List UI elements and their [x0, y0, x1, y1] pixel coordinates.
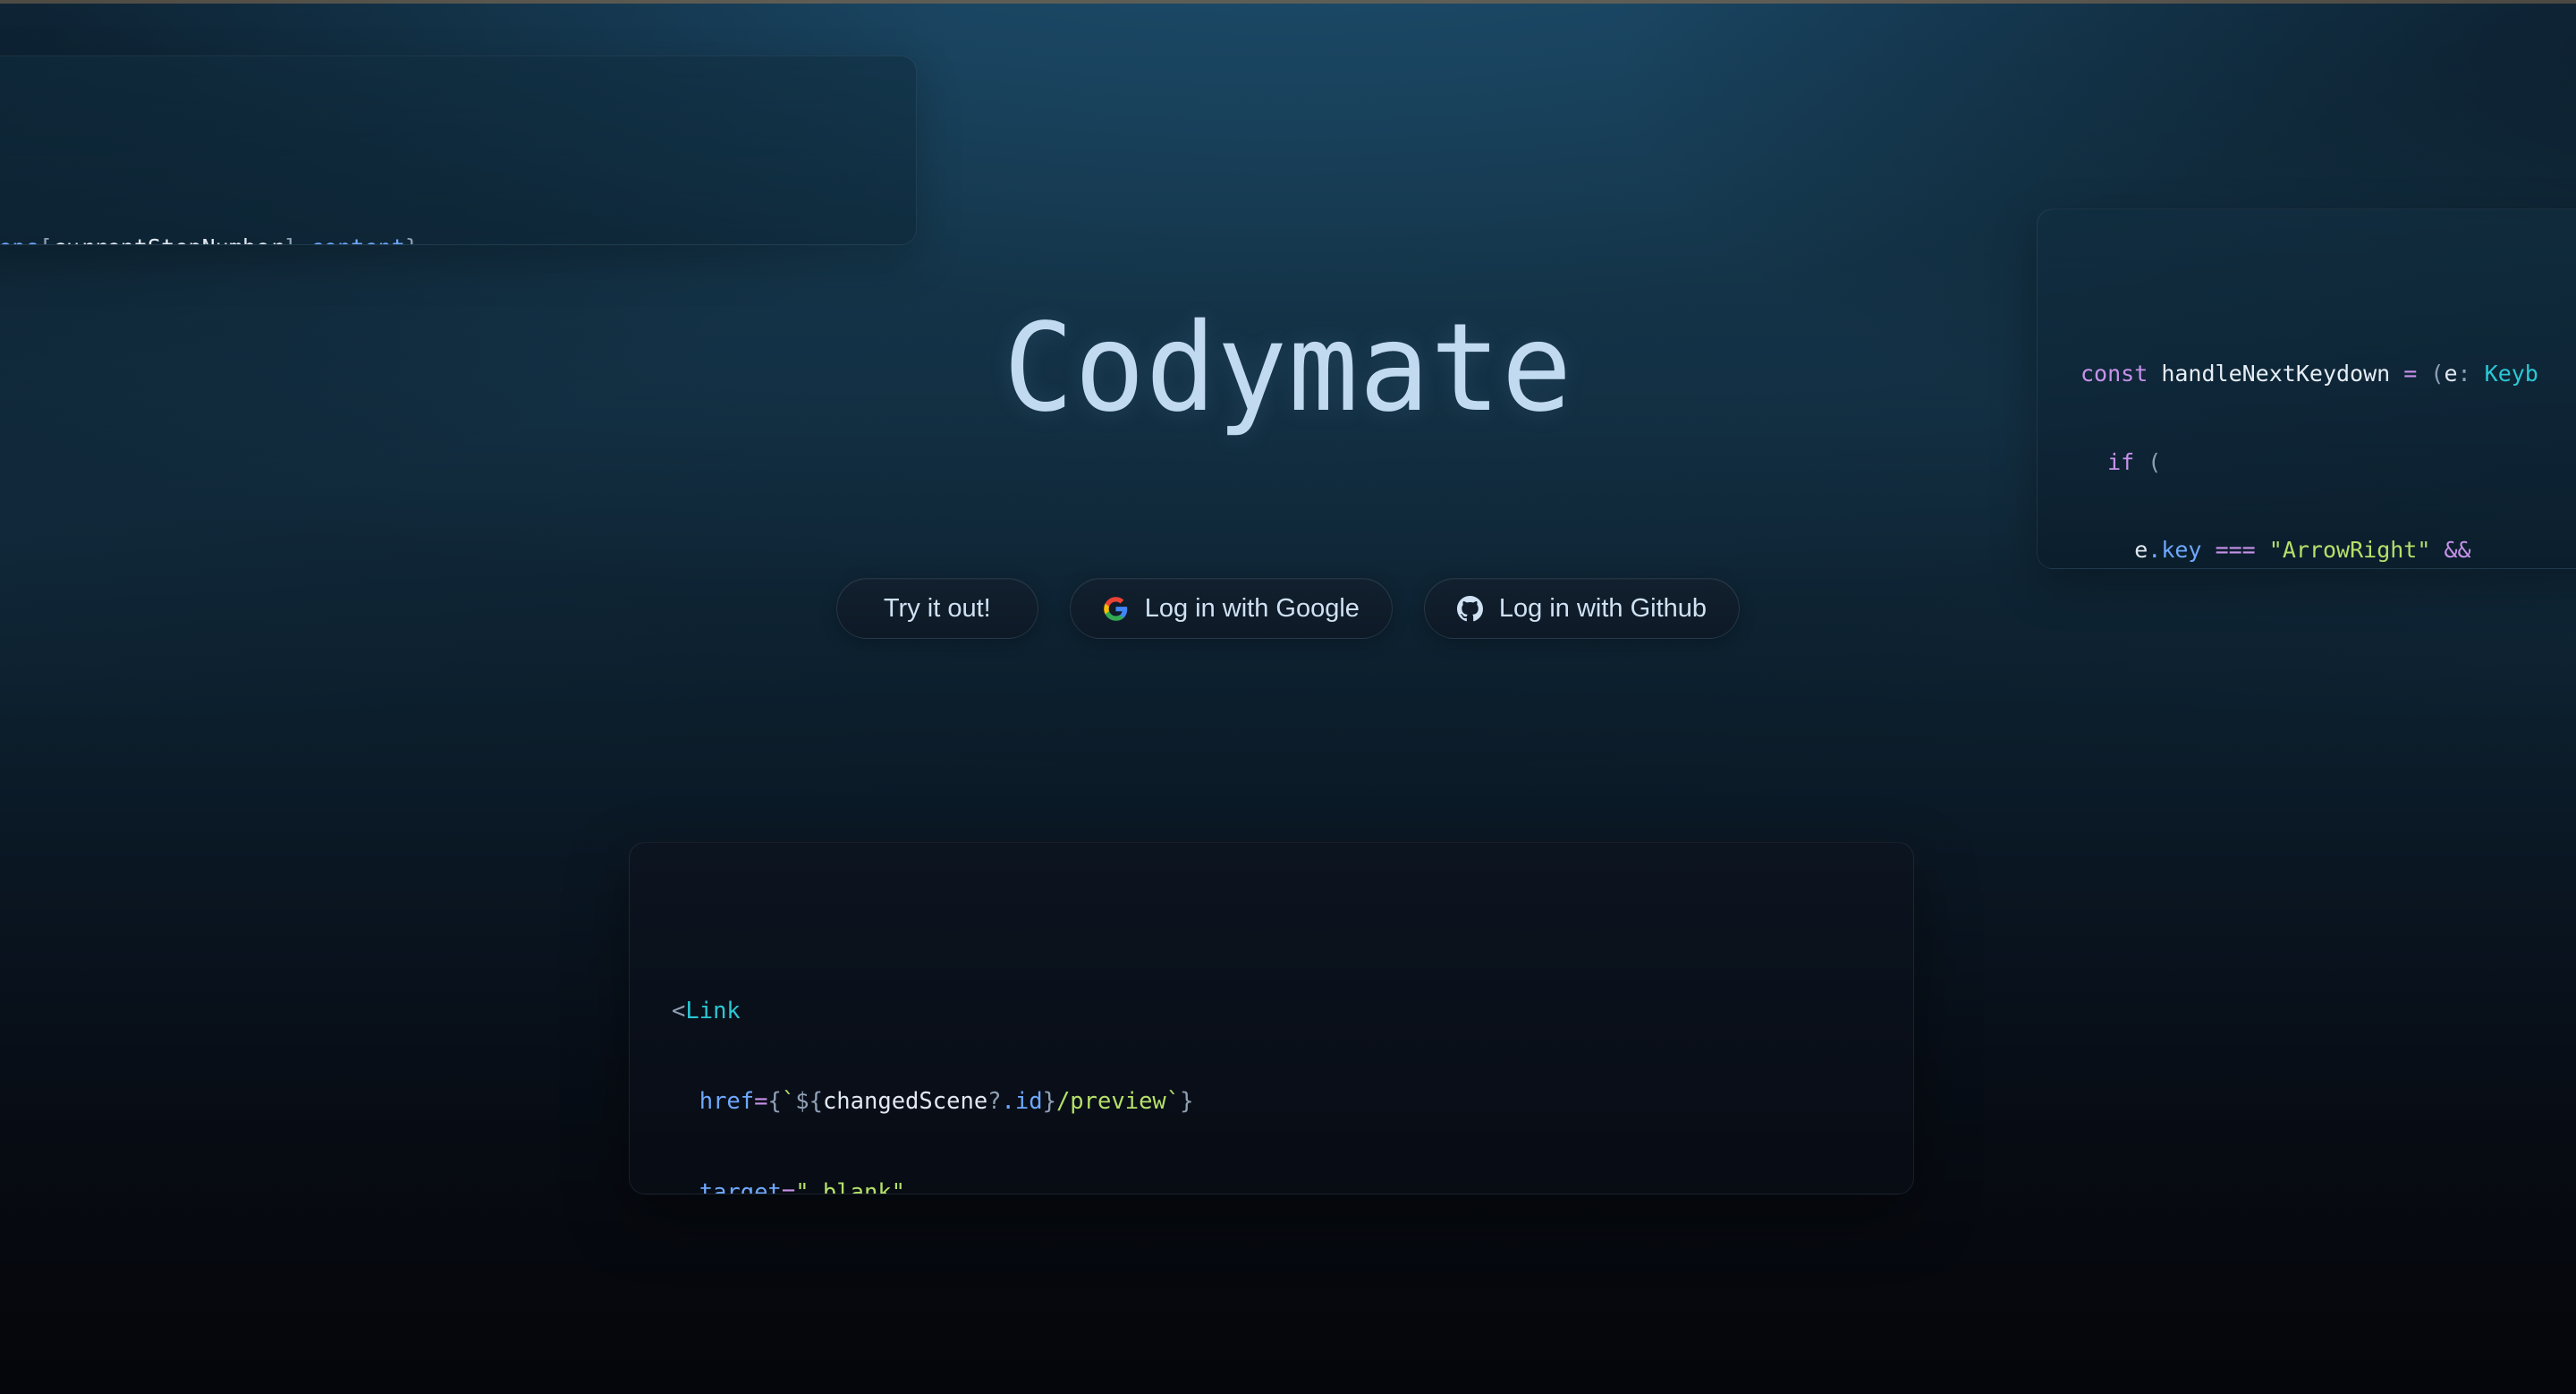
- code-snippet-top-left: hangedScene?.steps[currentStepNumber].co…: [0, 55, 917, 245]
- google-icon: [1103, 595, 1130, 622]
- login-github-button[interactable]: Log in with Github: [1423, 578, 1741, 639]
- code-lines-top-left: hangedScene?.steps[currentStepNumber].co…: [0, 178, 916, 244]
- try-it-out-label: Try it out!: [883, 593, 991, 623]
- top-edge-strip: [0, 0, 2576, 4]
- code-line: e.key === "ArrowRight" &&: [2134, 537, 2471, 563]
- code-lines-bottom: <Link href={`${changedScene?.id}/preview…: [672, 939, 1913, 1194]
- code-line: hangedScene?.steps[currentStepNumber].co…: [0, 230, 916, 244]
- code-snippet-bottom: <Link href={`${changedScene?.id}/preview…: [629, 842, 1914, 1194]
- try-it-out-button[interactable]: Try it out!: [835, 578, 1038, 639]
- page-title: Codymate: [1003, 298, 1573, 439]
- landing-page: hangedScene?.steps[currentStepNumber].co…: [0, 0, 2576, 1394]
- github-icon: [1457, 595, 1484, 622]
- code-line: <Link: [672, 998, 741, 1024]
- code-line: if (: [2107, 448, 2162, 475]
- code-line: href={`${changedScene?.id}/preview`}: [699, 1088, 1194, 1116]
- login-google-button[interactable]: Log in with Google: [1069, 578, 1393, 639]
- login-github-label: Log in with Github: [1498, 593, 1707, 623]
- code-line: target="_blank": [699, 1178, 906, 1194]
- login-google-label: Log in with Google: [1144, 593, 1360, 623]
- hero-button-row: Try it out! Log in with Google Log in wi…: [0, 578, 2576, 639]
